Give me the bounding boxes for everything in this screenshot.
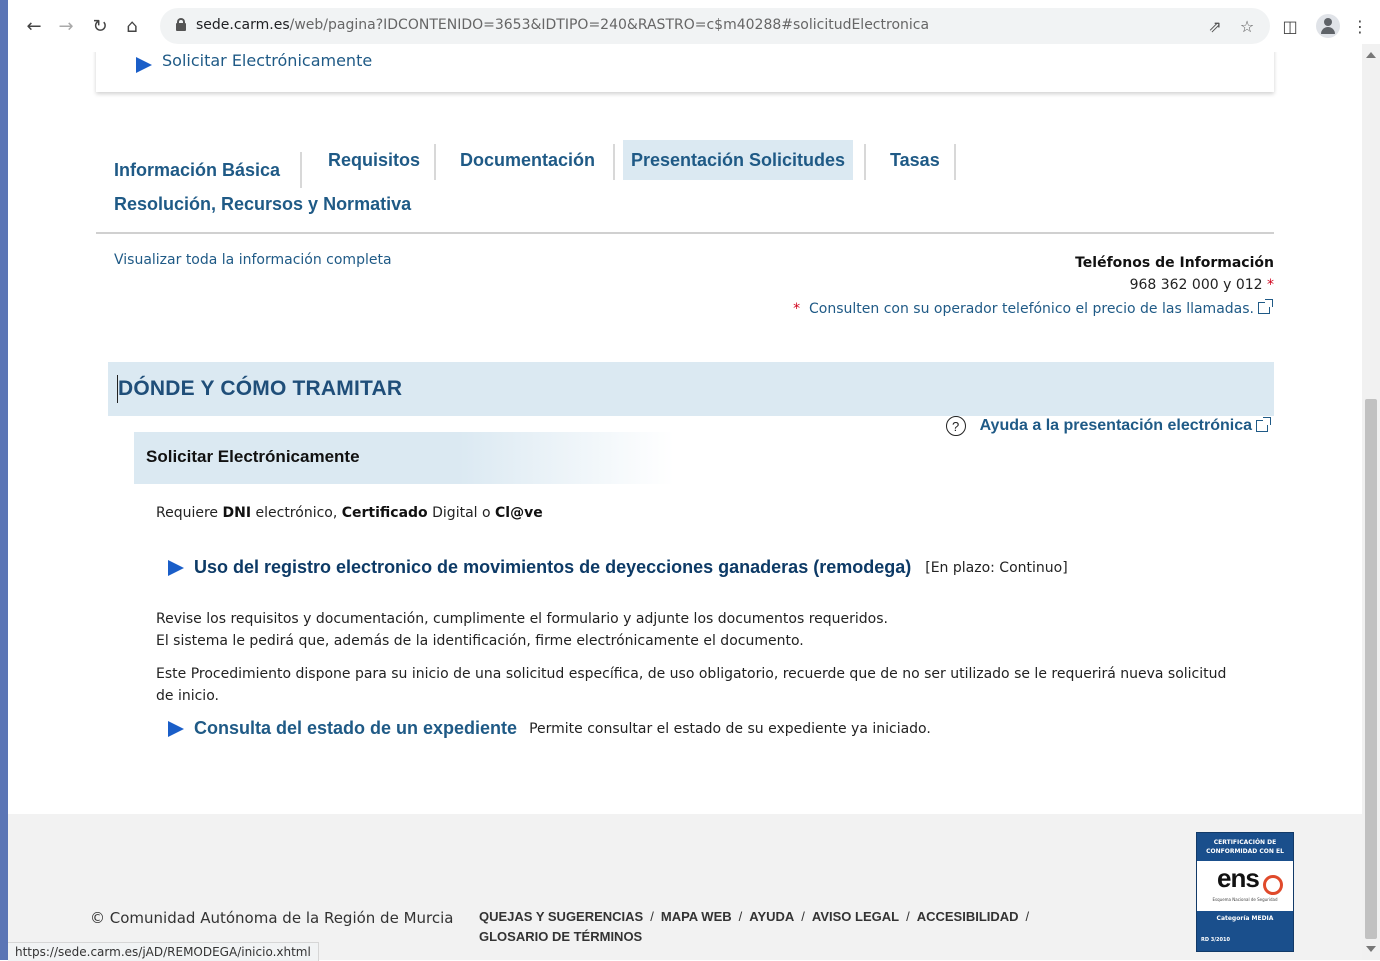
sub-title: Solicitar Electrónicamente	[146, 447, 360, 466]
cert-heading: CERTIFICACIÓN DE CONFORMIDAD CON EL	[1206, 839, 1284, 855]
tab-requisitos[interactable]: Requisitos	[320, 140, 428, 180]
remodega-procedure-link[interactable]: Uso del registro electronico de movimien…	[194, 557, 911, 578]
footer-links: QUEJAS Y SUGERENCIAS / MAPA WEB / AYUDA / AVIS…	[479, 909, 1030, 944]
instructions-paragraph: Revise los requisitos y documentación, c…	[156, 611, 888, 649]
section-title: DÓNDE Y CÓMO TRAMITAR	[118, 377, 403, 400]
copyright: © Comunidad Autónoma de la Región de Mur…	[90, 909, 454, 927]
asterisk: *	[1267, 277, 1274, 293]
window-edge	[0, 0, 8, 960]
consult-expediente-link[interactable]: Consulta del estado de un expediente	[194, 718, 517, 739]
scroll-down-arrow-icon[interactable]	[1366, 946, 1376, 952]
procedure-tabs: Información Básica Requisitos Documentac…	[96, 140, 1274, 234]
arrow-right-icon	[136, 57, 152, 73]
arrow-right-icon	[168, 559, 184, 576]
back-arrow-icon[interactable]: ←	[20, 12, 48, 40]
home-icon[interactable]: ⌂	[118, 12, 146, 40]
solicitar-electronicamente-anchor-link[interactable]: Solicitar Electrónicamente	[162, 52, 372, 70]
footer: © Comunidad Autónoma de la Región de Mur…	[8, 814, 1362, 960]
tab-resolucion-recursos-normativa[interactable]: Resolución, Recursos y Normativa	[114, 184, 411, 224]
address-bar[interactable]: sede.carm.es/web/pagina?IDCONTENIDO=3653…	[160, 8, 1270, 44]
footer-link-glosario[interactable]: GLOSARIO DE TÉRMINOS	[479, 929, 642, 944]
tab-divider	[434, 144, 436, 180]
specific-form-paragraph: Este Procedimiento dispone para su inici…	[156, 666, 1227, 704]
scroll-up-arrow-icon[interactable]	[1366, 52, 1376, 58]
side-panel-icon[interactable]: ◫	[1276, 12, 1304, 40]
url-text[interactable]: sede.carm.es/web/pagina?IDCONTENIDO=3653…	[196, 17, 929, 33]
tab-presentacion-solicitudes[interactable]: Presentación Solicitudes	[623, 140, 854, 180]
tab-divider	[613, 144, 615, 180]
requirements-text: Requiere DNI electrónico, Certificado Di…	[156, 505, 543, 521]
phones-title: Teléfonos de Información	[1075, 255, 1274, 271]
sub-header: Solicitar Electrónicamente	[134, 432, 674, 484]
phones-number: 968 362 000 y 012 *	[1129, 277, 1274, 293]
section-header: DÓNDE Y CÓMO TRAMITAR	[108, 362, 1274, 416]
footer-link-aviso-legal[interactable]: AVISO LEGAL	[812, 909, 899, 924]
external-link-icon	[1258, 299, 1273, 314]
share-icon[interactable]: ⇗	[1204, 15, 1226, 37]
tab-divider	[954, 144, 956, 180]
question-circle-icon: ?	[945, 416, 966, 436]
anchor-card: Solicitar Electrónicamente	[96, 52, 1274, 92]
link-status-bar: https://sede.carm.es/jAD/REMODEGA/inicio…	[8, 942, 319, 961]
procedure-status: [En plazo: Continuo]	[925, 559, 1068, 576]
browser-window: ← → ↻ ⌂ sede.carm.es/web/pagina?IDCONTEN…	[0, 0, 1380, 961]
view-all-info-link[interactable]: Visualizar toda la información completa	[114, 252, 392, 268]
procedure-row: Uso del registro electronico de movimien…	[168, 557, 1068, 578]
cert-category: Categoría MEDIA	[1216, 915, 1274, 922]
tab-divider	[864, 144, 866, 180]
ens-logo: ens Esquema Nacional de Seguridad	[1197, 861, 1293, 911]
external-link-icon	[1256, 417, 1271, 432]
footer-link-mapa-web[interactable]: MAPA WEB	[661, 909, 732, 924]
forward-arrow-icon[interactable]: →	[52, 12, 80, 40]
vertical-scrollbar[interactable]	[1362, 44, 1380, 960]
consult-description: Permite consultar el estado de su expedi…	[529, 720, 931, 737]
consult-row: Consulta del estado de un expediente Per…	[168, 718, 931, 739]
arrow-right-icon	[168, 720, 184, 737]
footer-link-accesibilidad[interactable]: ACCESIBILIDAD	[917, 909, 1019, 924]
tab-documentacion[interactable]: Documentación	[452, 140, 603, 180]
web-page: Solicitar Electrónicamente Información B…	[8, 52, 1362, 960]
tab-divider	[300, 152, 302, 188]
footer-link-ayuda[interactable]: AYUDA	[749, 909, 794, 924]
ens-certification-badge[interactable]: CERTIFICACIÓN DE CONFORMIDAD CON EL ens …	[1196, 832, 1294, 952]
lock-icon[interactable]	[176, 18, 186, 31]
reload-icon[interactable]: ↻	[86, 12, 114, 40]
profile-icon[interactable]	[1316, 14, 1340, 38]
scroll-thumb[interactable]	[1365, 399, 1377, 939]
browser-toolbar: ← → ↻ ⌂ sede.carm.es/web/pagina?IDCONTEN…	[8, 0, 1380, 53]
tab-tasas[interactable]: Tasas	[882, 140, 948, 180]
star-icon[interactable]: ☆	[1236, 15, 1258, 37]
asterisk: *	[793, 301, 801, 317]
kebab-menu-icon[interactable]: ⋮	[1346, 12, 1374, 40]
footer-link-quejas[interactable]: QUEJAS Y SUGERENCIAS	[479, 909, 643, 924]
cert-rd: RD 3/2010	[1201, 937, 1230, 943]
help-electronic-submission-link[interactable]: ? Ayuda a la presentación electrónica	[945, 416, 1271, 436]
phone-pricing-note[interactable]: * Consulten con su operador telefónico e…	[793, 299, 1273, 317]
